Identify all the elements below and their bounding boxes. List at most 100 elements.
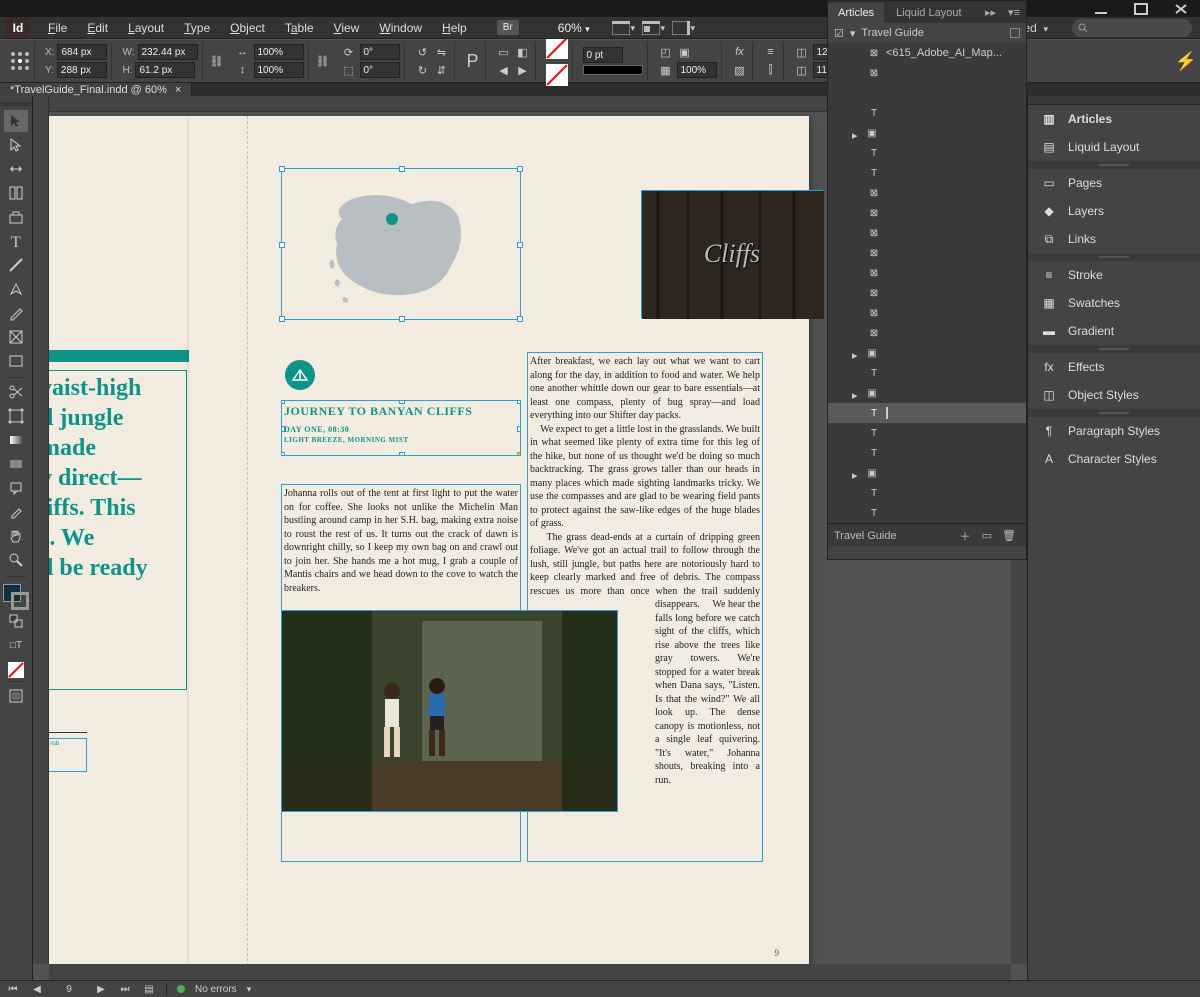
panel-menu-icon[interactable]: ▾≡ [1002, 2, 1026, 23]
no-stroke-icon[interactable] [546, 64, 568, 86]
select-content-icon[interactable]: ◧ [515, 44, 531, 60]
eyedropper-tool[interactable] [4, 501, 28, 523]
prev-page-button[interactable]: ◀ [30, 982, 44, 996]
menu-layout[interactable]: Layout [118, 21, 174, 35]
menu-file[interactable]: File [38, 21, 77, 35]
view-mode-3[interactable] [669, 17, 699, 39]
article-item[interactable]: ▸▣ [828, 343, 1026, 363]
article-items-list[interactable]: ⊠<615_Adobe_AI_Map...⊠T▸▣TT⊠⊠⊠⊠⊠⊠⊠⊠▸▣T▸▣… [828, 43, 1026, 523]
scale-x-input[interactable]: 100% [254, 44, 304, 60]
corner-icon[interactable]: ◰ [658, 44, 674, 60]
hiking-image-frame[interactable] [281, 610, 618, 812]
close-button[interactable] [1170, 2, 1192, 16]
apply-none-icon[interactable] [8, 662, 24, 678]
article-export-icon[interactable] [1010, 28, 1020, 38]
direct-selection-tool[interactable] [4, 134, 28, 156]
vertical-ruler[interactable] [33, 96, 49, 964]
select-prev-icon[interactable]: ◀ [496, 62, 512, 78]
article-item[interactable]: T [828, 363, 1026, 383]
view-mode-1[interactable] [609, 17, 639, 39]
liquid-layout-tab[interactable]: Liquid Layout [886, 3, 971, 23]
delete-article-button[interactable]: 🗑 [998, 527, 1020, 545]
dock-item-liquid[interactable]: ▤Liquid Layout [1028, 133, 1200, 161]
search-input[interactable] [1072, 19, 1192, 37]
dock-item-stroke[interactable]: ≡Stroke [1028, 261, 1200, 289]
align-v-icon[interactable]: ⫿ [763, 62, 779, 78]
menu-type[interactable]: Type [174, 21, 220, 35]
flip-v-icon[interactable]: ⇵ [434, 62, 450, 78]
pen-tool[interactable] [4, 278, 28, 300]
pencil-tool[interactable] [4, 302, 28, 324]
disclosure-icon[interactable]: ▾ [850, 27, 856, 40]
shear-input[interactable]: 0° [360, 62, 400, 78]
content-collector-tool[interactable] [4, 206, 28, 228]
page-right[interactable]: Cliffs JOURNEY TO BANYAN CLIFFS DAY ONE,… [189, 116, 809, 964]
dock-item-para[interactable]: ¶Paragraph Styles [1028, 417, 1200, 445]
format-container-icon[interactable]: □T [4, 634, 28, 656]
fx-icon[interactable]: fx [732, 44, 748, 60]
note-tool[interactable] [4, 477, 28, 499]
align-h-icon[interactable]: ≡ [763, 44, 779, 60]
rectangle-tool[interactable] [4, 350, 28, 372]
article-item[interactable]: T [828, 503, 1026, 523]
dock-item-char[interactable]: ACharacter Styles [1028, 445, 1200, 473]
map-frame[interactable] [281, 168, 521, 320]
page-tool[interactable] [4, 158, 28, 180]
selection-tool[interactable] [4, 110, 28, 132]
new-article-button[interactable]: ▭ [976, 527, 998, 545]
article-item[interactable]: ▸▣ [828, 463, 1026, 483]
no-fill-icon[interactable] [546, 37, 568, 59]
article-group-row[interactable]: ☑ ▾ Travel Guide [828, 23, 1026, 43]
menu-view[interactable]: View [324, 21, 370, 35]
thumb-frame[interactable]: rs, rub [49, 738, 87, 772]
article-item[interactable]: ⊠ [828, 223, 1026, 243]
menu-help[interactable]: Help [432, 21, 477, 35]
zoom-select[interactable]: 60% [539, 19, 609, 37]
add-article-button[interactable]: ＋ [954, 527, 976, 545]
article-item[interactable] [828, 83, 1026, 103]
minimize-button[interactable] [1090, 2, 1112, 16]
articles-panel[interactable]: Articles Liquid Layout ▸▸ ▾≡ ☑ ▾ Travel … [827, 0, 1027, 560]
gradient-feather-tool[interactable] [4, 453, 28, 475]
article-item-export-icon[interactable] [886, 407, 888, 419]
first-page-button[interactable]: ⏮ [6, 982, 20, 996]
x-input[interactable]: 684 px [57, 44, 107, 60]
article-item[interactable]: ▸▣ [828, 383, 1026, 403]
article-item[interactable]: ⊠ [828, 183, 1026, 203]
pull-quote-frame[interactable]: vaist-high d jungle made v direct— liffs… [49, 370, 187, 690]
scissors-tool[interactable] [4, 381, 28, 403]
menu-edit[interactable]: Edit [77, 21, 118, 35]
open-pages-button[interactable]: ▤ [142, 982, 156, 996]
article-item[interactable]: T [828, 443, 1026, 463]
panel-collapse-icon[interactable]: ▸▸ [979, 2, 1002, 23]
article-item[interactable]: ⊠ [828, 203, 1026, 223]
reference-point-icon[interactable] [10, 51, 30, 71]
article-item[interactable]: ⊠ [828, 243, 1026, 263]
preflight-menu-icon[interactable] [247, 984, 252, 995]
view-mode-button[interactable] [4, 685, 28, 707]
dock-item-links[interactable]: ⧉Links [1028, 225, 1200, 253]
article-item[interactable]: T [828, 103, 1026, 123]
article-item[interactable]: ⊠<615_Adobe_AI_Map... [828, 43, 1026, 63]
doc-tab[interactable]: *TravelGuide_Final.indd @ 60% × [0, 83, 192, 96]
last-page-button[interactable]: ⏭ [118, 982, 132, 996]
dock-item-swatches[interactable]: ▦Swatches [1028, 289, 1200, 317]
char-format-icon[interactable]: P [465, 53, 481, 69]
bridge-button[interactable]: Br [497, 20, 519, 35]
dock-item-fx[interactable]: fxEffects [1028, 353, 1200, 381]
horizontal-scrollbar[interactable] [49, 964, 1011, 980]
stroke-weight-input[interactable]: 0 pt [583, 47, 623, 63]
hand-tool[interactable] [4, 525, 28, 547]
doc-tab-close-icon[interactable]: × [175, 84, 181, 96]
rotate-input[interactable]: 0° [360, 44, 400, 60]
fill-stroke-swatch[interactable] [3, 584, 29, 610]
menu-object[interactable]: Object [220, 21, 275, 35]
headline-frame[interactable]: JOURNEY TO BANYAN CLIFFS DAY ONE, 08:30 … [281, 400, 521, 456]
page-number-field[interactable]: 9 [54, 984, 84, 995]
y-input[interactable]: 288 px [57, 62, 107, 78]
article-item[interactable]: T [828, 483, 1026, 503]
scale-y-input[interactable]: 100% [254, 62, 304, 78]
article-item[interactable]: T [828, 143, 1026, 163]
dock-item-pages[interactable]: ▭Pages [1028, 169, 1200, 197]
menu-table[interactable]: Table [275, 21, 324, 35]
